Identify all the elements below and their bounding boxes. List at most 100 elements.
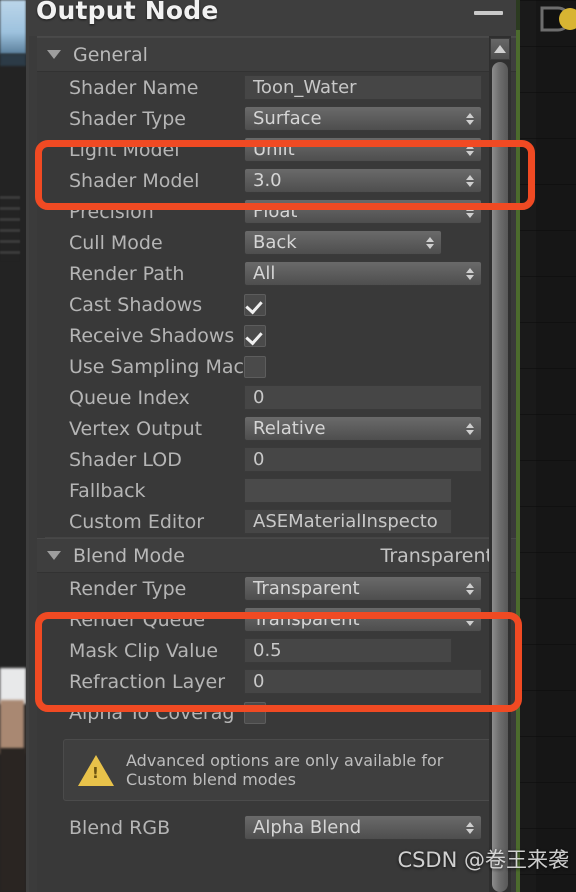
label-use-sampling-macros: Use Sampling Mac	[69, 355, 244, 378]
vertical-scrollbar[interactable]	[489, 36, 511, 892]
label-refraction-layer: Refraction Layer	[69, 670, 226, 693]
helpbox-line-1: Advanced options are only available for	[126, 751, 444, 770]
chevron-updown-icon	[466, 582, 474, 595]
row-fallback[interactable]: Fallback	[37, 475, 516, 506]
scroll-up-arrow-icon[interactable]	[490, 38, 510, 60]
row-queue-index[interactable]: Queue Index 0	[37, 382, 516, 413]
row-vertex-output[interactable]: Vertex Output Relative	[37, 413, 516, 444]
dropdown-render-type-value: Transparent	[253, 578, 360, 599]
csdn-watermark: CSDN @卷王来袭	[397, 848, 569, 872]
node-titlebar[interactable]: Output Node	[29, 0, 516, 36]
section-label-blend-mode: Blend Mode	[73, 544, 185, 567]
row-shader-type[interactable]: Shader Type Surface	[37, 103, 516, 134]
chevron-updown-icon	[466, 174, 474, 187]
input-fallback[interactable]	[244, 478, 452, 503]
label-render-type: Render Type	[69, 577, 187, 600]
screenshot-root: Output Node General Shader Name Toon_Wat…	[0, 0, 576, 892]
dropdown-vertex-output[interactable]: Relative	[244, 416, 482, 441]
dropdown-render-type[interactable]: Transparent	[244, 576, 482, 601]
label-vertex-output: Vertex Output	[69, 417, 203, 440]
label-mask-clip-value: Mask Clip Value	[69, 639, 219, 662]
label-precision: Precision	[69, 200, 154, 223]
dropdown-shader-model[interactable]: 3.0	[244, 168, 482, 193]
row-refraction-layer[interactable]: Refraction Layer 0	[37, 666, 516, 697]
dropdown-precision[interactable]: Float	[244, 199, 482, 224]
checkbox-cast-shadows[interactable]	[244, 293, 266, 316]
advanced-options-helpbox: Advanced options are only available for …	[63, 739, 502, 801]
row-render-queue[interactable]: Render Queue Transparent	[37, 604, 516, 635]
row-shader-name[interactable]: Shader Name Toon_Water	[37, 72, 516, 103]
dropdown-blend-rgb[interactable]: Alpha Blend	[244, 815, 482, 840]
warning-triangle-icon	[78, 754, 114, 786]
label-shader-type: Shader Type	[69, 107, 186, 130]
dropdown-render-path[interactable]: All	[244, 261, 482, 286]
row-blend-rgb[interactable]: Blend RGB Alpha Blend	[37, 812, 516, 843]
chevron-updown-icon	[466, 205, 474, 218]
label-light-model: Light Model	[69, 138, 180, 161]
blend-mode-rows: Render Type Transparent Render Queue Tra…	[37, 573, 516, 843]
chevron-updown-icon	[466, 112, 474, 125]
dropdown-render-queue-value: Transparent	[253, 609, 360, 630]
row-mask-clip-value[interactable]: Mask Clip Value 0.5	[37, 635, 516, 666]
input-queue-index[interactable]: 0	[244, 385, 482, 410]
label-custom-editor: Custom Editor	[69, 510, 205, 533]
checkbox-alpha-to-coverage[interactable]	[244, 701, 266, 724]
graph-grid-right-dark	[536, 0, 576, 892]
label-queue-index: Queue Index	[69, 386, 190, 409]
minimize-button[interactable]	[474, 11, 503, 15]
dropdown-cull-mode-value: Back	[253, 232, 297, 253]
blend-mode-preset-value: Transparent	[380, 544, 494, 567]
label-shader-model: Shader Model	[69, 169, 200, 192]
label-blend-rgb: Blend RGB	[69, 816, 171, 839]
chevron-updown-icon	[466, 422, 474, 435]
row-shader-lod[interactable]: Shader LOD 0	[37, 444, 516, 475]
chevron-updown-icon	[466, 267, 474, 280]
node-output-port-icon[interactable]	[538, 2, 576, 36]
row-use-sampling-macros[interactable]: Use Sampling Mac	[37, 351, 516, 382]
chevron-updown-icon	[466, 613, 474, 626]
row-alpha-to-coverage[interactable]: Alpha To Coverag	[37, 697, 516, 728]
node-right-border-top	[516, 0, 520, 30]
section-header-blend-mode[interactable]: Blend Mode Transparent	[37, 538, 516, 573]
row-light-model[interactable]: Light Model Unlit	[37, 134, 516, 165]
helpbox-text: Advanced options are only available for …	[126, 751, 443, 789]
input-shader-lod[interactable]: 0	[244, 447, 482, 472]
label-cast-shadows: Cast Shadows	[69, 293, 203, 316]
label-receive-shadows: Receive Shadows	[69, 324, 235, 347]
row-render-path[interactable]: Render Path All	[37, 258, 516, 289]
row-shader-model[interactable]: Shader Model 3.0	[37, 165, 516, 196]
chevron-updown-icon	[466, 143, 474, 156]
label-cull-mode: Cull Mode	[69, 231, 163, 254]
label-render-path: Render Path	[69, 262, 185, 285]
dropdown-shader-type[interactable]: Surface	[244, 106, 482, 131]
row-custom-editor[interactable]: Custom Editor ASEMaterialInspecto	[37, 506, 516, 537]
general-rows: Shader Name Toon_Water Shader Type Surfa…	[37, 72, 516, 537]
dropdown-light-model-value: Unlit	[253, 139, 295, 160]
dropdown-render-path-value: All	[253, 263, 276, 284]
output-node-window: Output Node General Shader Name Toon_Wat…	[29, 0, 516, 892]
row-render-type[interactable]: Render Type Transparent	[37, 573, 516, 604]
checkbox-receive-shadows[interactable]	[244, 324, 266, 347]
input-refraction-layer[interactable]: 0	[244, 669, 482, 694]
row-cast-shadows[interactable]: Cast Shadows	[37, 289, 516, 320]
chevron-down-icon	[47, 50, 61, 59]
input-shader-name[interactable]: Toon_Water	[244, 75, 482, 100]
dropdown-cull-mode[interactable]: Back	[244, 230, 442, 255]
input-mask-clip-value[interactable]: 0.5	[244, 638, 452, 663]
row-receive-shadows[interactable]: Receive Shadows	[37, 320, 516, 351]
dropdown-render-queue[interactable]: Transparent	[244, 607, 482, 632]
chevron-updown-icon	[466, 821, 474, 834]
label-shader-lod: Shader LOD	[69, 448, 182, 471]
dropdown-light-model[interactable]: Unlit	[244, 137, 482, 162]
label-alpha-to-coverage: Alpha To Coverag	[69, 701, 235, 724]
input-custom-editor[interactable]: ASEMaterialInspecto	[244, 509, 452, 534]
row-precision[interactable]: Precision Float	[37, 196, 516, 227]
label-shader-name: Shader Name	[69, 76, 199, 99]
section-header-general[interactable]: General	[37, 37, 516, 72]
scrollbar-thumb[interactable]	[492, 62, 508, 892]
checkbox-use-sampling-macros[interactable]	[244, 355, 266, 378]
node-properties-panel: General Shader Name Toon_Water Shader Ty…	[37, 36, 516, 892]
row-cull-mode[interactable]: Cull Mode Back	[37, 227, 516, 258]
dropdown-precision-value: Float	[253, 201, 298, 222]
dropdown-shader-type-value: Surface	[253, 108, 322, 129]
